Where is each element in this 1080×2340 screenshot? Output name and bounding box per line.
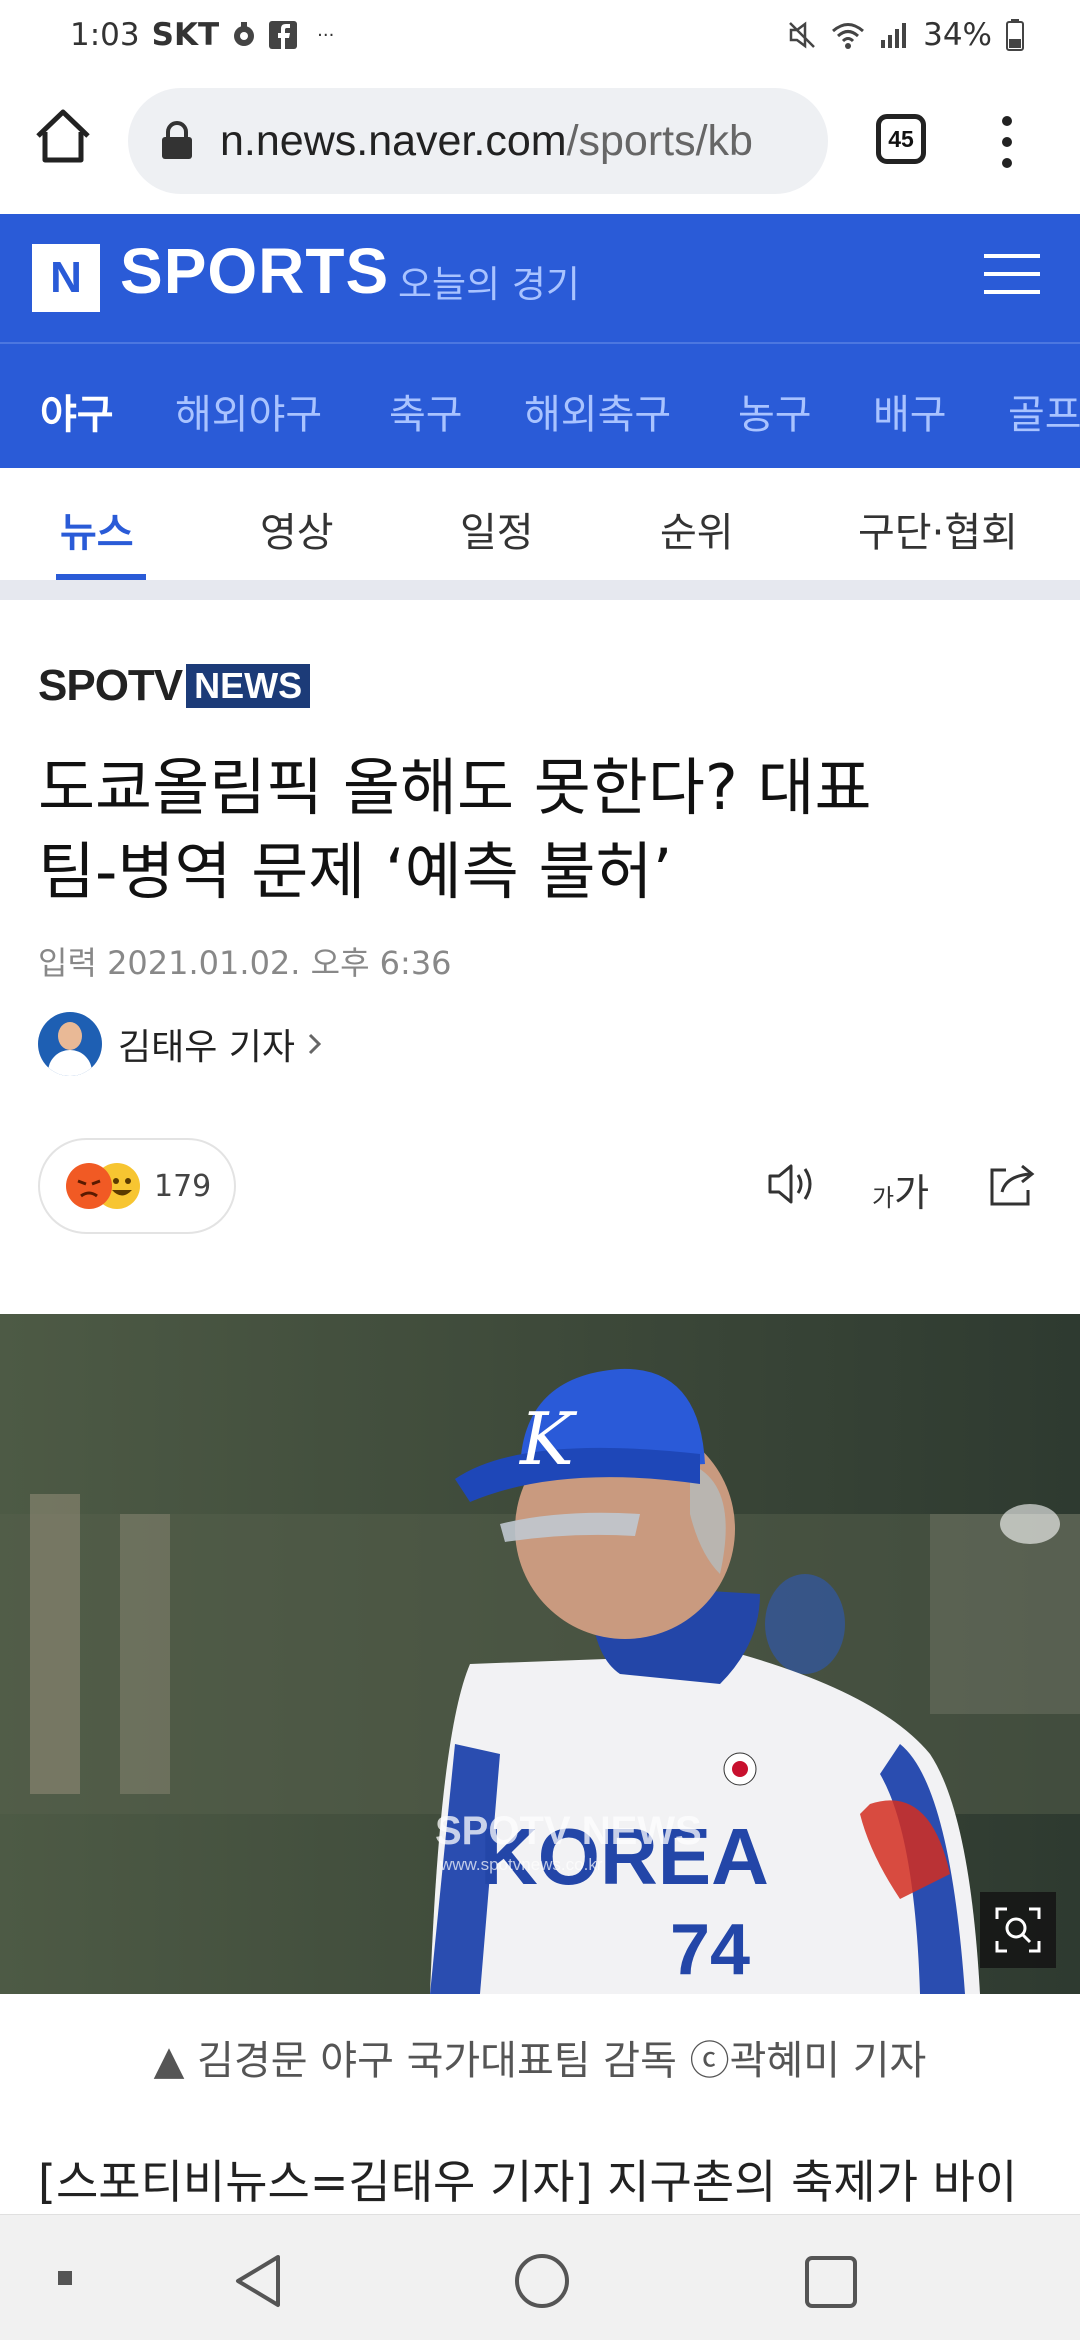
status-carrier: SKT xyxy=(151,17,220,53)
nav-dot-icon[interactable] xyxy=(58,2271,74,2287)
battery-percent: 34% xyxy=(923,17,992,53)
sport-category-nav: 야구 해외야구 축구 해외축구 농구 배구 골프 xyxy=(0,342,1080,468)
home-circle-icon[interactable] xyxy=(514,2253,570,2309)
browser-toolbar: n.news.naver.com/sports/kb 45 xyxy=(0,70,1080,214)
press-logo-news: NEWS xyxy=(186,664,311,708)
font-size-small-glyph: 가 xyxy=(872,1184,895,1212)
sport-tab-overseas-soccer[interactable]: 해외축구 xyxy=(524,382,671,440)
font-size-button[interactable]: 가가 xyxy=(872,1162,929,1217)
headline-line-2: 팀-병역 문제 ‘예측 불허’ xyxy=(38,835,673,908)
sport-tab-volleyball[interactable]: 배구 xyxy=(873,382,947,440)
section-divider xyxy=(0,580,1080,600)
photo-watermark: SPOTV NEWS xyxy=(435,1809,702,1853)
url-path: /sports/kb xyxy=(566,116,753,165)
system-nav-bar xyxy=(0,2214,1080,2340)
sport-tab-golf[interactable]: 골프 xyxy=(1008,382,1080,440)
article-date: 입력 2021.01.02. 오후 6:36 xyxy=(38,938,452,984)
jersey-number: 74 xyxy=(670,1910,750,1990)
author-name: 김태우 기자 xyxy=(118,1027,296,1068)
date-label: 입력 xyxy=(38,944,97,982)
photo-watermark-url: www.spotvnews.co.kr xyxy=(439,1855,603,1874)
press-logo[interactable]: SPOTV NEWS xyxy=(38,661,311,710)
date-value: 2021.01.02. 오후 6:36 xyxy=(107,944,452,982)
sub-nav: 뉴스 영상 일정 순위 구단·협회 xyxy=(0,468,1080,580)
subtab-video[interactable]: 영상 xyxy=(260,500,334,558)
author-link[interactable]: 김태우 기자 xyxy=(38,1012,323,1076)
press-logo-spotv: SPOTV xyxy=(38,661,183,710)
naver-sports-header: N SPORTS 오늘의 경기 xyxy=(0,214,1080,342)
subtab-teams[interactable]: 구단·협회 xyxy=(858,500,1018,558)
naver-logo[interactable]: N xyxy=(32,244,100,312)
speaker-icon[interactable] xyxy=(766,1160,820,1208)
sports-brand[interactable]: SPORTS xyxy=(120,234,389,308)
sport-tab-overseas-baseball[interactable]: 해외야구 xyxy=(175,382,322,440)
photo-caption: ▲ 김경문 야구 국가대표팀 감독 ⓒ곽혜미 기자 xyxy=(153,2038,927,2084)
today-games-link[interactable]: 오늘의 경기 xyxy=(398,254,580,308)
tab-switcher-button[interactable]: 45 xyxy=(876,114,926,164)
subtab-ranking[interactable]: 순위 xyxy=(660,500,734,558)
angry-emoji-icon xyxy=(66,1163,112,1209)
location-icon xyxy=(234,22,255,46)
sport-tab-baseball[interactable]: 야구 xyxy=(40,382,114,440)
mute-icon xyxy=(789,21,815,49)
hamburger-menu-icon[interactable] xyxy=(984,254,1040,300)
share-icon[interactable] xyxy=(986,1160,1038,1208)
reaction-button[interactable]: 179 xyxy=(38,1138,236,1234)
svg-text:K: K xyxy=(518,1397,578,1481)
battery-icon xyxy=(1006,19,1024,51)
headline-line-1: 도쿄올림픽 올해도 못한다? 대표 xyxy=(38,751,872,824)
article-headline: 도쿄올림픽 올해도 못한다? 대표 팀-병역 문제 ‘예측 불허’ xyxy=(38,746,1038,914)
facebook-icon xyxy=(269,21,298,49)
photo-zoom-button[interactable] xyxy=(980,1892,1056,1968)
signal-icon xyxy=(881,23,907,48)
status-more: ··· xyxy=(317,24,335,46)
reaction-count: 179 xyxy=(154,1168,212,1204)
article-photo[interactable]: K KOREA 74 SPOTV NEWS www.spotvnews.co.k… xyxy=(0,1314,1080,1994)
sport-tab-basketball[interactable]: 농구 xyxy=(738,382,812,440)
author-avatar xyxy=(38,1012,102,1076)
url-host: n.news.naver.com xyxy=(220,116,567,165)
zoom-icon xyxy=(995,1907,1041,1953)
url-text: n.news.naver.com/sports/kb xyxy=(220,117,753,166)
article-body: [스포티비뉴스=김태우 기자] 지구촌의 축제가 바이 xyxy=(38,2155,1018,2209)
home-icon[interactable] xyxy=(30,104,96,170)
recents-icon[interactable] xyxy=(804,2255,858,2309)
chevron-right-icon xyxy=(308,1033,322,1055)
address-bar[interactable]: n.news.naver.com/sports/kb xyxy=(128,88,828,194)
lock-icon xyxy=(162,121,192,159)
more-menu-icon[interactable] xyxy=(990,112,1024,172)
font-size-large-glyph: 가 xyxy=(894,1171,930,1215)
wifi-icon xyxy=(832,23,865,49)
subtab-schedule[interactable]: 일정 xyxy=(460,500,534,558)
sport-tab-soccer[interactable]: 축구 xyxy=(389,382,463,440)
back-icon[interactable] xyxy=(232,2253,284,2309)
subtab-news[interactable]: 뉴스 xyxy=(60,500,134,558)
status-time: 1:03 xyxy=(70,17,140,53)
status-bar: 1:03 SKT ··· 34% xyxy=(0,0,1080,70)
